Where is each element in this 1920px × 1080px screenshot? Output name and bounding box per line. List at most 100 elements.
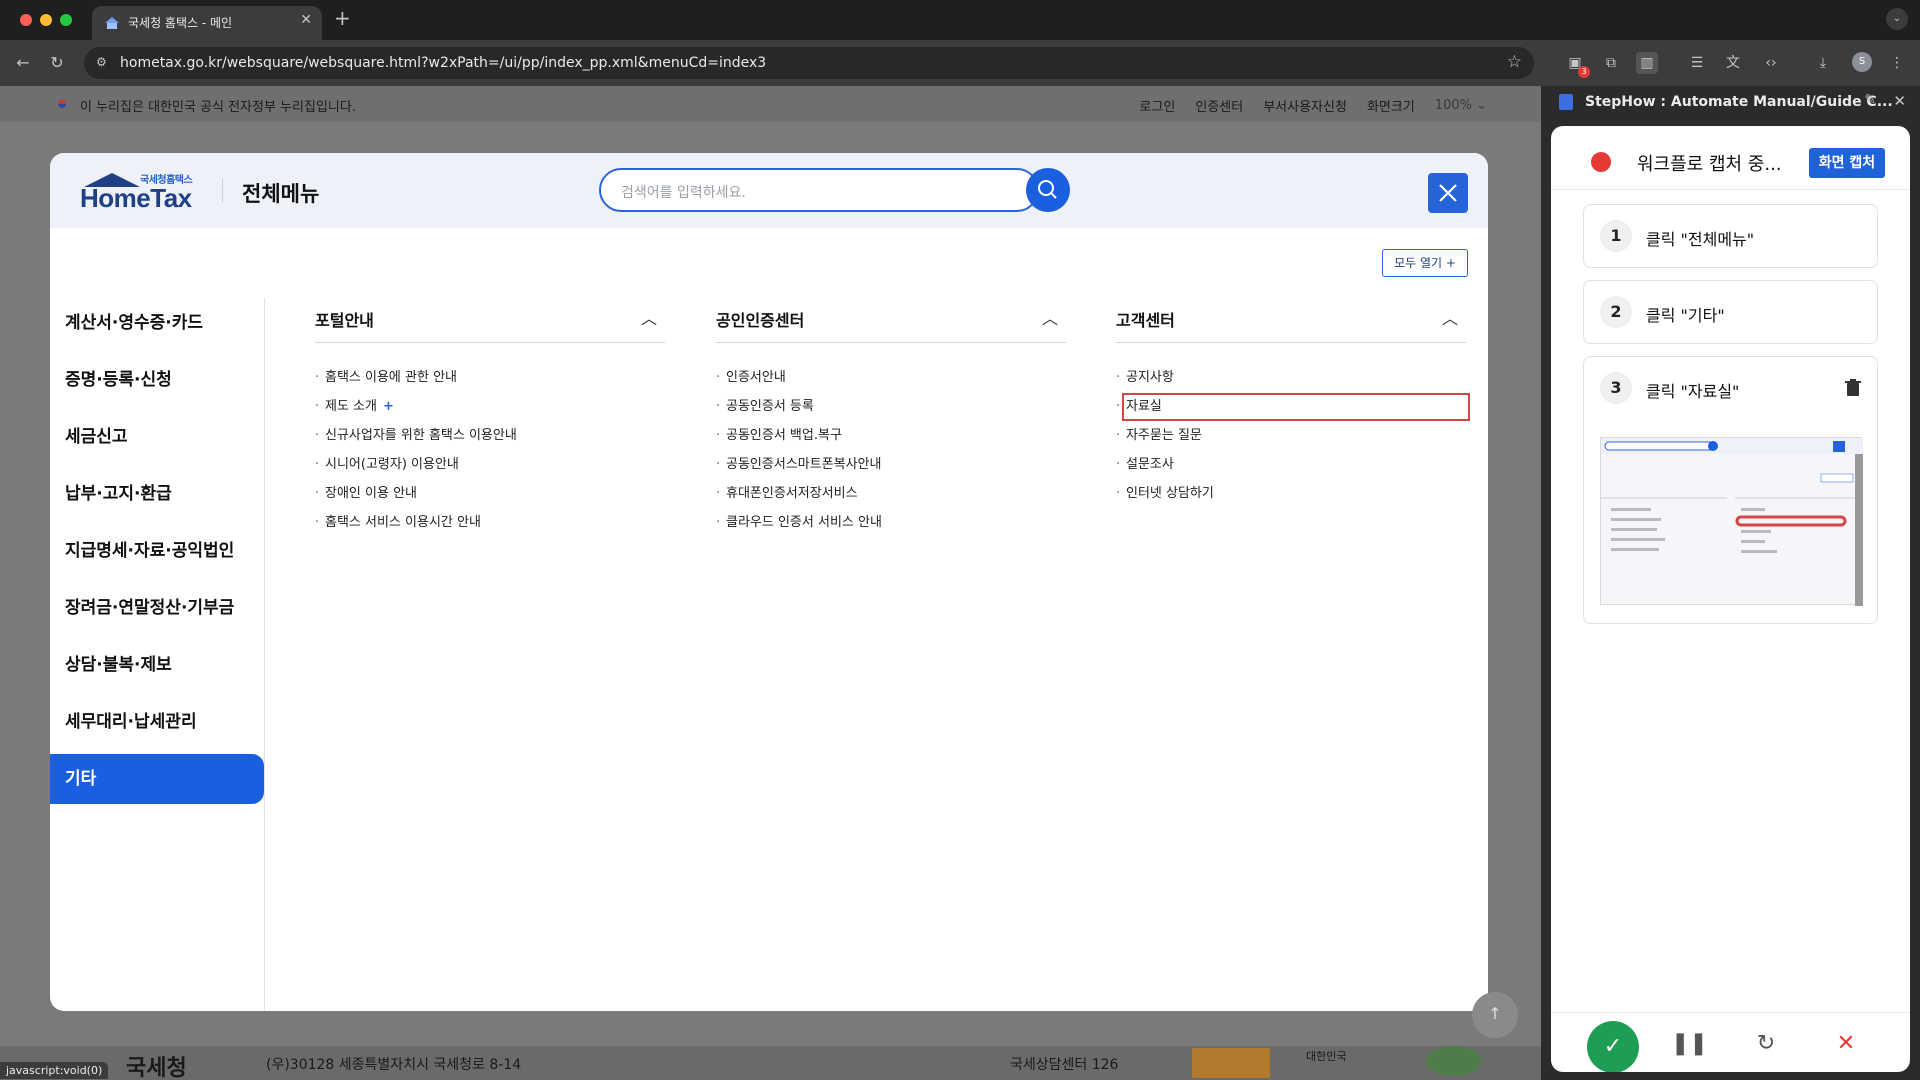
profile-avatar[interactable]: S [1852,52,1872,72]
finish-button[interactable]: ✓ [1587,1021,1639,1072]
list-item[interactable]: 인터넷 상담하기 [1116,479,1466,508]
recording-status-row: 워크플로 캡처 중... 화면 캡처 [1551,126,1910,190]
nav-item-etc[interactable]: 기타 [50,754,264,804]
list-item[interactable]: 공동인증서 백업.복구 [716,421,1066,450]
site-info-icon[interactable]: ⚙ [96,55,112,71]
footer-org-name: 국세청 [126,1056,187,1080]
tab-search-button[interactable]: ⌄ [1886,8,1908,30]
nav-item-certificates[interactable]: 증명·등록·신청 [50,355,264,405]
trash-icon[interactable] [1845,379,1861,397]
list-item[interactable]: 홈택스 이용에 관한 안내 [315,363,665,392]
column-list: 공지사항 자료실 자주묻는 질문 설문조사 인터넷 상담하기 [1116,363,1470,508]
cancel-icon[interactable]: ✕ [1829,1027,1863,1061]
column-header[interactable]: 고객센터 ︿ [1116,297,1466,343]
list-item[interactable]: 신규사업자를 위한 홈택스 이용안내 [315,421,665,450]
stephow-logo-icon [1559,94,1573,110]
thumbnail-preview-image [1601,438,1863,606]
page-footer: 국세청 (우)30128 세종특별자치시 국세청로 8-14 국세상담센터 12… [0,1046,1541,1080]
column-list: 인증서안내 공동인증서 등록 공동인증서 백업.복구 공동인증서스마트폰복사안내… [716,363,1066,537]
expand-plus-icon[interactable]: + [383,399,394,414]
list-item[interactable]: 공지사항 [1116,363,1466,392]
new-tab-button[interactable]: + [334,6,351,30]
pin-icon[interactable]: ✎ [1864,92,1876,108]
nav-item-incentives[interactable]: 장려금·연말정산·기부금 [50,583,264,633]
window-zoom-button[interactable] [60,14,72,26]
nav-item-consulting[interactable]: 상담·불복·제보 [50,640,264,690]
list-item[interactable]: 공동인증서스마트폰복사안내 [716,450,1066,479]
reload-icon[interactable]: ↻ [46,52,68,74]
tab-close-icon[interactable]: ✕ [300,12,312,28]
list-item[interactable]: 시니어(고령자) 이용안내 [315,450,665,479]
government-notice-bar: 이 누리집은 대한민국 공식 전자정부 누리집입니다. 로그인 인증센터 부서사… [0,86,1541,122]
search-icon [1038,180,1057,199]
list-item[interactable]: 장애인 이용 안내 [315,479,665,508]
click-highlight-box [1122,393,1470,421]
footer-wa-logo [1426,1046,1482,1076]
government-notice-text: 이 누리집은 대한민국 공식 전자정부 누리집입니다. [80,100,356,115]
column-header[interactable]: 포털안내 ︿ [315,297,665,343]
nav-item-tax-agent[interactable]: 세무대리·납세관리 [50,697,264,747]
restart-icon[interactable]: ↻ [1749,1027,1783,1061]
footer-tel: 국세상담센터 126 [1010,1057,1119,1073]
list-item[interactable]: 홈택스 서비스 이용시간 안내 [315,508,665,537]
open-all-button[interactable]: 모두 열기 + [1382,249,1468,277]
extensions-puzzle-icon[interactable]: ⧉ [1600,52,1622,74]
status-bar-url: javascript:void(0) [0,1062,109,1079]
step-label: 클릭 "전체메뉴" [1646,230,1755,249]
window-close-button[interactable] [20,14,32,26]
window-minimize-button[interactable] [40,14,52,26]
step-number: 3 [1600,372,1632,404]
list-item[interactable]: 자주묻는 질문 [1116,421,1466,450]
list-item[interactable]: 공동인증서 등록 [716,392,1066,421]
column-header[interactable]: 공인인증센터 ︿ [716,297,1066,343]
menu-search-input[interactable]: 검색어를 입력하세요. [599,168,1039,212]
chevron-up-icon[interactable]: ︿ [641,305,657,329]
browser-tab-active[interactable]: 국세청 홈택스 - 메인 ✕ [92,6,322,40]
korean-flag-icon [58,100,66,108]
list-item-data-room[interactable]: 자료실 [1116,392,1470,421]
cert-center-link[interactable]: 인증센터 [1195,96,1243,115]
pause-icon[interactable]: ❚❚ [1671,1027,1708,1061]
nav-item-tax-filing[interactable]: 세금신고 [50,412,264,462]
nav-item-invoice[interactable]: 계산서·영수증·카드 [50,298,264,348]
hometax-logo[interactable]: 국세청홈택스 HomeTax [80,169,216,213]
address-bar[interactable]: ⚙ hometax.go.kr/websquare/websquare.html… [84,47,1534,79]
side-panel-title: StepHow : Automate Manual/Guide C... [1585,94,1893,110]
stephow-panel: 워크플로 캡처 중... 화면 캡처 1 클릭 "전체메뉴" 2 클릭 "기타"… [1551,126,1910,1072]
screen-capture-button[interactable]: 화면 캡처 [1809,148,1885,178]
login-link[interactable]: 로그인 [1139,96,1175,115]
modal-close-button[interactable] [1428,173,1468,213]
step-card-3[interactable]: 3 클릭 "자료실" [1583,356,1878,624]
list-item[interactable]: 인증서안내 [716,363,1066,392]
step-card-1[interactable]: 1 클릭 "전체메뉴" [1583,204,1878,268]
back-arrow-icon[interactable]: ← [12,52,34,74]
devtools-code-icon[interactable]: ‹› [1760,52,1782,74]
side-panel-icon[interactable]: ▥ [1636,52,1658,74]
download-icon[interactable]: ⤓ [1812,52,1834,74]
logo-text: HomeTax [80,183,192,213]
stephow-extension-icon[interactable]: ▣ 3 [1564,52,1590,78]
search-placeholder: 검색어를 입력하세요. [621,185,746,201]
zoom-select[interactable]: 100% ⌄ [1435,98,1487,113]
translate-icon[interactable]: 文 [1722,52,1744,74]
nav-item-payment[interactable]: 납부·고지·환급 [50,469,264,519]
side-panel-close-icon[interactable]: ✕ [1893,92,1906,110]
dept-user-link[interactable]: 부서사용자신청 [1263,96,1347,115]
bookmark-star-icon[interactable]: ☆ [1507,52,1522,72]
step-label: 클릭 "기타" [1646,306,1725,325]
list-item[interactable]: 휴대폰인증서저장서비스 [716,479,1066,508]
step-card-2[interactable]: 2 클릭 "기타" [1583,280,1878,344]
step-screenshot-thumbnail[interactable] [1600,437,1863,606]
chevron-up-icon[interactable]: ︿ [1442,305,1458,329]
browser-menu-icon[interactable]: ⋮ [1886,52,1908,74]
scroll-to-top-button[interactable]: ↑ [1472,992,1518,1038]
search-button[interactable] [1026,168,1070,212]
list-item[interactable]: 제도 소개 + [315,392,665,421]
recording-dot-icon [1591,152,1611,172]
close-icon [1439,184,1457,202]
chevron-up-icon[interactable]: ︿ [1042,305,1058,329]
reading-list-icon[interactable]: ☰ [1686,52,1708,74]
list-item[interactable]: 클라우드 인증서 서비스 안내 [716,508,1066,537]
list-item[interactable]: 설문조사 [1116,450,1466,479]
nav-item-statements[interactable]: 지급명세·자료·공익법인 [50,526,264,576]
